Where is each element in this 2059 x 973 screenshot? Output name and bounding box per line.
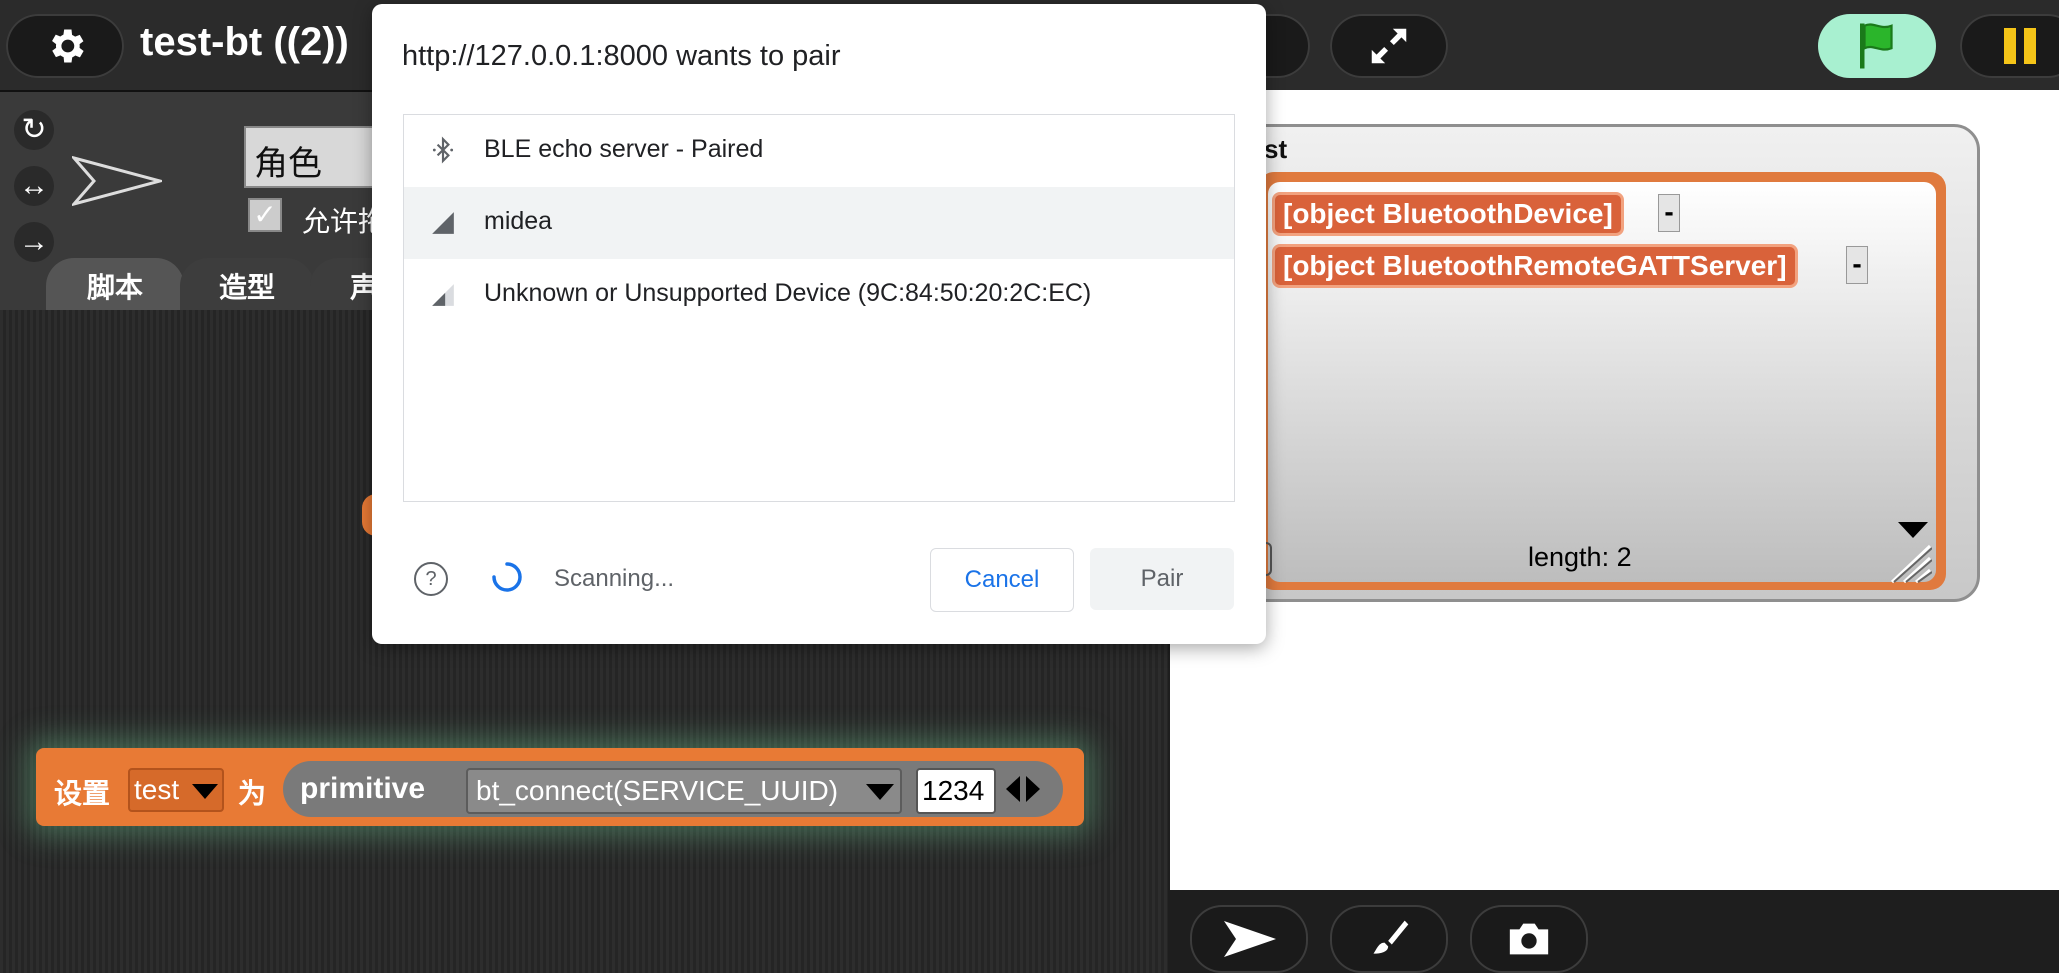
tab-scripts[interactable]: 脚本 [46,258,184,312]
project-title: test-bt ((2)) [140,20,349,64]
expand-icon [1371,28,1407,64]
help-button[interactable]: ? [414,562,448,596]
pair-button[interactable]: Pair [1090,548,1234,610]
scanning-status: Scanning... [554,565,675,592]
device-row-ble-echo[interactable]: BLE echo server - Paired [404,115,1234,187]
variable-dropdown[interactable]: test [128,768,224,812]
sprite-name-field[interactable]: 角色 [244,126,388,188]
help-icon: ? [425,568,437,590]
rotate-any-button[interactable]: ↻ [14,110,54,150]
gear-icon [52,29,84,63]
device-row-midea[interactable]: midea [404,187,1234,259]
draggable-checkbox[interactable]: ✓ [248,198,282,232]
list-item[interactable]: [object BluetoothRemoteGATTServer] [1272,244,1798,288]
arity-arrows-icon[interactable] [1006,774,1052,804]
signal-strength-icon [432,212,454,234]
camera-sprite-button[interactable] [1470,905,1588,973]
bluetooth-icon [432,136,454,164]
bluetooth-pair-dialog: http://127.0.0.1:8000 wants to pair BLE … [372,4,1266,644]
paint-new-sprite-button[interactable] [1330,905,1448,973]
settings-button[interactable] [6,14,124,78]
rotate-left-right-button[interactable]: ↔ [14,166,54,206]
sprite-arrow-icon [72,156,162,206]
spinner-icon [492,562,522,592]
primitive-label: primitive [300,772,426,805]
sprite-arrow-icon [1224,921,1276,957]
list-length-label: length: 2 [1528,542,1632,572]
signal-strength-icon [432,284,454,306]
chevron-down-icon [192,784,218,799]
green-flag-button[interactable] [1818,14,1936,78]
block-to-label: 为 [238,778,267,809]
list-item-dash: - [1846,246,1868,284]
watcher-list[interactable] [1268,182,1936,582]
collapse-triangle-icon[interactable] [1898,522,1928,538]
dont-rotate-button[interactable]: → [14,222,54,262]
sprite-corral [1170,893,2059,973]
device-list[interactable]: BLE echo server - Paired midea Unknown o… [403,114,1235,502]
cancel-button[interactable]: Cancel [930,548,1074,612]
tab-costumes[interactable]: 造型 [180,258,314,312]
device-row-unknown[interactable]: Unknown or Unsupported Device (9C:84:50:… [404,259,1234,331]
chevron-down-icon [866,784,894,800]
camera-icon [1509,923,1549,955]
paintbrush-icon [1373,920,1409,954]
green-flag-icon [1860,23,1893,69]
sprite-thumbnail-button[interactable] [1190,905,1308,973]
fullscreen-button[interactable] [1330,14,1448,78]
watcher-variable-name: st [1264,134,1288,164]
pause-icon [2004,28,2038,64]
pause-button[interactable] [1960,14,2059,78]
list-item[interactable]: [object BluetoothDevice] [1272,192,1624,236]
primitive-dropdown[interactable]: bt_connect(SERVICE_UUID) [466,768,902,814]
block-set-label: 设置 [54,778,111,809]
list-item-dash: - [1658,194,1680,232]
dialog-title: http://127.0.0.1:8000 wants to pair [402,40,841,72]
resize-handle-icon[interactable] [1888,544,1932,584]
number-input[interactable]: 1234 [916,768,996,814]
